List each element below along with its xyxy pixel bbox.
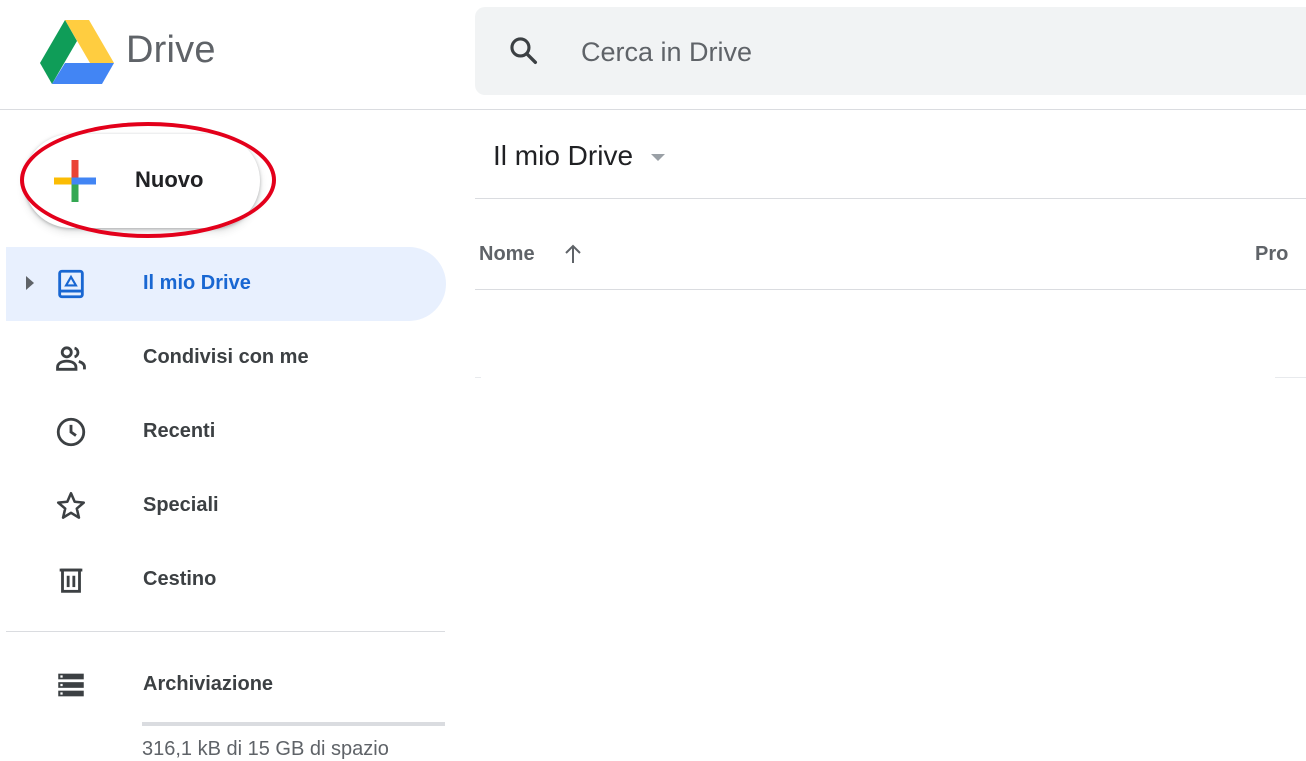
google-drive-logo-icon[interactable] [40, 20, 114, 84]
storage-usage-bar [142, 722, 445, 726]
sidebar-item-starred[interactable]: Speciali [6, 469, 446, 543]
storage-usage-text: 316,1 kB di 15 GB di spazio [142, 738, 389, 760]
star-icon [56, 491, 86, 519]
sort-arrow-up-icon[interactable] [562, 242, 584, 266]
shared-people-icon [56, 346, 86, 371]
main-content: Il mio Drive Nome Pro [475, 110, 1306, 760]
expand-arrow-icon[interactable] [26, 276, 34, 290]
storage-label: Archiviazione [143, 673, 274, 695]
sidebar-item-label: Il mio Drive [143, 272, 251, 294]
sidebar-item-label: Recenti [143, 420, 216, 442]
dropdown-caret-icon[interactable] [651, 154, 666, 162]
app-name[interactable]: Drive [126, 29, 216, 72]
breadcrumb[interactable]: Il mio Drive [493, 140, 666, 180]
header-divider [475, 198, 1306, 199]
sidebar-divider [6, 631, 445, 632]
trash-icon [59, 568, 83, 593]
new-button[interactable]: Nuovo [24, 134, 260, 228]
sidebar-item-label: Cestino [143, 568, 217, 590]
top-bar: Drive [0, 0, 1306, 110]
search-icon[interactable] [507, 34, 541, 68]
new-button-label: Nuovo [135, 167, 204, 192]
clock-icon [56, 417, 86, 447]
breadcrumb-title[interactable]: Il mio Drive [493, 140, 633, 171]
sidebar-item-recent[interactable]: Recenti [6, 395, 446, 469]
column-header-name[interactable]: Nome [479, 243, 535, 266]
sidebar-item-my-drive[interactable]: Il mio Drive [6, 247, 446, 321]
search-bar[interactable] [475, 7, 1306, 95]
sidebar-item-label: Condivisi con me [143, 346, 309, 368]
sidebar-item-shared[interactable]: Condivisi con me [6, 321, 446, 395]
column-header-owner[interactable]: Pro [1255, 243, 1288, 266]
sidebar-item-storage[interactable]: Archiviazione [6, 648, 446, 722]
search-input[interactable] [581, 34, 1181, 70]
my-drive-icon [58, 269, 84, 299]
row-divider [475, 377, 1306, 378]
colorful-plus-icon [54, 160, 96, 202]
column-header-divider [475, 289, 1306, 290]
sidebar-item-trash[interactable]: Cestino [6, 543, 446, 617]
sidebar-item-label: Speciali [143, 494, 219, 516]
storage-icon [58, 673, 84, 697]
